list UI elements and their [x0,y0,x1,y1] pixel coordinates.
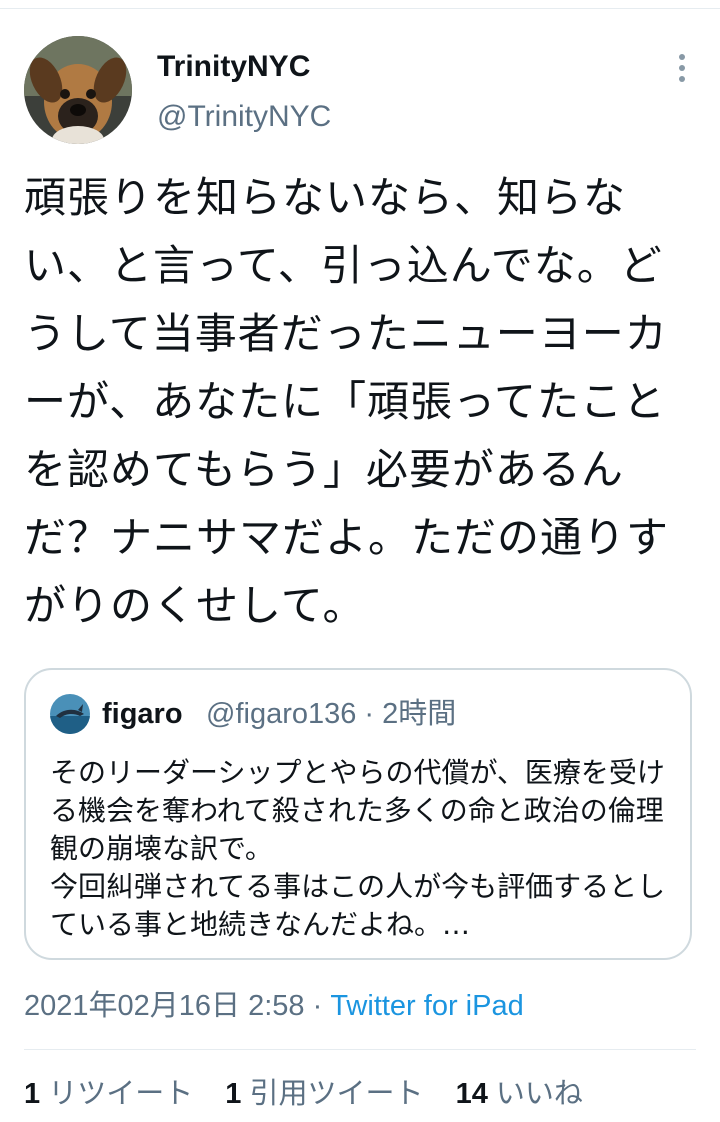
quoted-tweet-text: そのリーダーシップとやらの代償が、医療を受ける機会を奪われて殺された多くの命と政… [50,756,666,941]
quoted-tweet-card[interactable]: figaro @figaro136 · 2時間 そのリーダーシップとやらの代償が… [24,668,692,960]
tweet-timestamp[interactable]: 2021年02月16日 2:58 [24,990,305,1022]
quote-tweets-count: 1 [225,1078,242,1110]
tweet-meta-row: 2021年02月16日 2:58 · Twitter for iPad [24,986,524,1026]
retweets-label: リツイート [48,1078,194,1110]
quoted-author-name: figaro [102,698,183,730]
top-divider [0,8,720,9]
tweet-header: TrinityNYC @TrinityNYC [24,36,696,144]
likes-count: 14 [455,1078,488,1110]
meta-separator: · [304,990,331,1022]
quote-tweets-label: 引用ツイート [249,1078,424,1110]
author-avatar[interactable] [24,36,132,144]
quote-tweets-stat[interactable]: 1 引用ツイート [225,1074,423,1114]
likes-label: いいね [495,1078,583,1110]
quoted-tweet-header: figaro @figaro136 · 2時間 [50,694,670,734]
author-handle[interactable]: @TrinityNYC [157,100,331,134]
tweet-stats: 1 リツイート 1 引用ツイート 14 いいね [24,1074,607,1114]
quoted-author-meta: @figaro136 · 2時間 [206,698,457,730]
retweets-count: 1 [24,1078,41,1110]
tweet-text: 頑張りを知らないなら、知らない、と言って、引っ込んでな。どうして当事者だったニュ… [24,173,670,630]
retweets-stat[interactable]: 1 リツイート [24,1074,193,1114]
stats-divider [24,1049,696,1050]
more-vertical-icon[interactable] [672,54,692,86]
likes-stat[interactable]: 14 いいね [456,1074,583,1114]
quoted-author-avatar [50,694,90,734]
author-name[interactable]: TrinityNYC [157,50,310,84]
tweet-source-link[interactable]: Twitter for iPad [330,990,523,1022]
